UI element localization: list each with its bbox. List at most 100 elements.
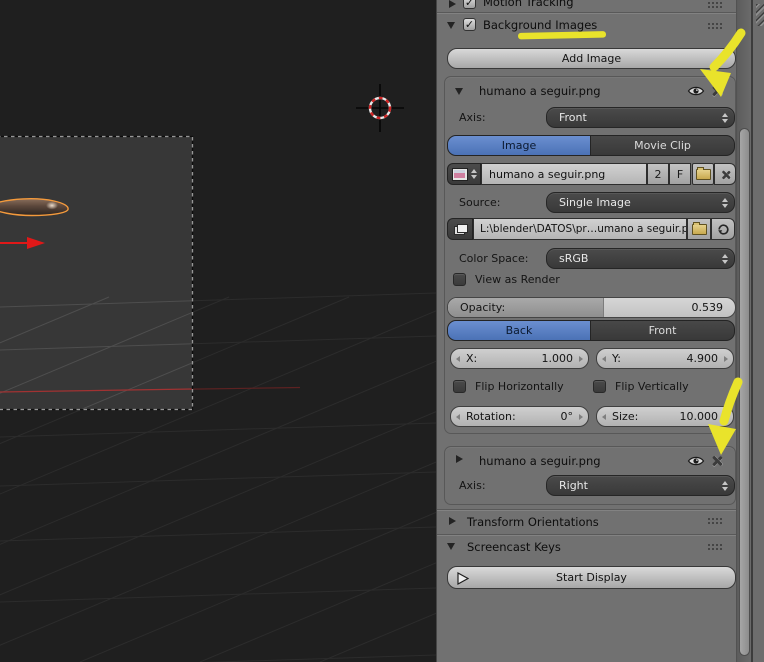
play-icon <box>457 572 469 585</box>
background-images-checkbox[interactable]: ✓ <box>463 18 476 31</box>
disclosure-triangle-icon[interactable] <box>455 88 463 95</box>
axis-select[interactable]: Front <box>546 107 735 128</box>
axis-label: Axis: <box>459 111 486 124</box>
eye-icon[interactable] <box>687 455 705 467</box>
source-select-value: Single Image <box>559 196 631 209</box>
image-stack-icon <box>453 224 468 235</box>
dropdown-arrows-icon <box>722 197 728 208</box>
flip-horizontally-checkbox[interactable] <box>453 380 466 393</box>
tab-movie-clip[interactable]: Movie Clip <box>590 135 735 156</box>
panel-header-motion-tracking[interactable]: Motion Tracking <box>483 0 574 10</box>
tab-movie-clip-label: Movie Clip <box>634 139 691 152</box>
stepper-left-icon[interactable] <box>456 355 460 362</box>
panel-scrollbar[interactable] <box>736 0 751 662</box>
open-folder-icon <box>691 221 707 235</box>
users-count-label: 2 <box>654 167 662 181</box>
stepper-left-icon[interactable] <box>602 413 606 420</box>
image-datablock-icon <box>451 167 468 181</box>
offset-y-field[interactable]: Y: 4.900 <box>596 348 734 369</box>
scrollbar-thumb[interactable] <box>739 128 750 656</box>
close-icon <box>719 168 730 179</box>
tab-image-label: Image <box>501 139 537 152</box>
disclosure-triangle-icon[interactable] <box>447 22 455 29</box>
panel-header-screencast-keys[interactable]: Screencast Keys <box>467 538 561 556</box>
background-image-bounds <box>0 136 193 410</box>
stepper-right-icon[interactable] <box>724 355 728 362</box>
dropdown-arrows-icon <box>722 480 728 491</box>
color-space-select[interactable]: sRGB <box>546 248 735 269</box>
tab-image[interactable]: Image <box>447 135 591 156</box>
size-value: 10.000 <box>679 410 719 423</box>
axis-label: Axis: <box>459 479 486 492</box>
dropdown-arrows-icon <box>722 112 728 123</box>
view-as-render-checkbox[interactable] <box>453 273 466 286</box>
stepper-right-icon[interactable] <box>579 355 583 362</box>
unlink-image-button[interactable] <box>714 163 736 185</box>
stepper-right-icon[interactable] <box>579 413 583 420</box>
blender-window: ✓ Motion Tracking ✓ Background Images Ad… <box>0 0 764 662</box>
disclosure-triangle-icon[interactable] <box>447 543 455 550</box>
start-display-label: Start Display <box>556 571 627 584</box>
source-select[interactable]: Single Image <box>546 192 735 213</box>
rotation-value: 0° <box>560 410 574 423</box>
opacity-slider[interactable]: Opacity: 0.539 <box>447 297 736 318</box>
selected-object[interactable] <box>0 198 69 217</box>
browse-filepath-button[interactable] <box>687 218 711 240</box>
size-label: Size: <box>612 410 639 423</box>
offset-x-label: X: <box>466 352 478 365</box>
region-corner-grip-icon[interactable] <box>756 4 764 26</box>
region-edge <box>751 0 764 662</box>
disclosure-triangle-icon[interactable] <box>456 455 463 463</box>
add-image-label: Add Image <box>561 52 622 65</box>
disclosure-triangle-icon[interactable] <box>449 0 456 8</box>
offset-y-label: Y: <box>612 352 621 365</box>
panel-grip-icon[interactable] <box>708 544 723 551</box>
viewport-canvas <box>0 0 436 662</box>
depth-front-button[interactable]: Front <box>590 320 735 341</box>
stepper-left-icon[interactable] <box>456 413 460 420</box>
opacity-value: 0.539 <box>691 301 724 314</box>
rotation-field[interactable]: Rotation: 0° <box>450 406 589 427</box>
offset-y-value: 4.900 <box>686 352 719 365</box>
image-name-field[interactable]: humano a seguir.png <box>481 163 647 185</box>
fake-user-label: F <box>676 167 684 181</box>
depth-back-button[interactable]: Back <box>447 320 591 341</box>
panel-grip-icon[interactable] <box>708 2 723 9</box>
filepath-value: L:\blender\DATOS\pr…umano a seguir.png <box>480 223 687 235</box>
size-field[interactable]: Size: 10.000 <box>596 406 734 427</box>
flip-vertically-checkbox[interactable] <box>593 380 606 393</box>
dropdown-arrows-icon <box>470 169 477 179</box>
color-space-select-value: sRGB <box>559 252 589 265</box>
image-browse-button[interactable] <box>447 163 481 185</box>
panel-header-background-images[interactable]: Background Images <box>483 16 597 34</box>
image1-title: humano a seguir.png <box>479 84 601 98</box>
stepper-left-icon[interactable] <box>602 355 606 362</box>
panel-grip-icon[interactable] <box>708 518 723 525</box>
close-icon[interactable] <box>710 454 723 467</box>
add-image-button[interactable]: Add Image <box>447 48 736 69</box>
image-source-button[interactable] <box>447 218 473 240</box>
axis-select-2[interactable]: Right <box>546 475 735 496</box>
image2-title: humano a seguir.png <box>479 454 601 468</box>
eye-icon[interactable] <box>687 85 705 97</box>
3d-viewport[interactable] <box>0 0 436 662</box>
reload-image-button[interactable] <box>711 218 735 240</box>
motion-tracking-checkbox[interactable]: ✓ <box>463 0 476 9</box>
open-folder-icon <box>695 166 711 180</box>
stepper-right-icon[interactable] <box>724 413 728 420</box>
opacity-label: Opacity: <box>460 301 506 314</box>
users-count-button[interactable]: 2 <box>647 163 669 185</box>
panel-header-transform-orientations[interactable]: Transform Orientations <box>467 513 599 531</box>
panel-grip-icon[interactable] <box>708 23 723 30</box>
image-name-value: humano a seguir.png <box>489 167 606 181</box>
disclosure-triangle-icon[interactable] <box>449 517 456 525</box>
filepath-field[interactable]: L:\blender\DATOS\pr…umano a seguir.png <box>473 218 687 240</box>
close-icon[interactable] <box>710 84 723 97</box>
view-as-render-label: View as Render <box>475 273 560 286</box>
offset-x-field[interactable]: X: 1.000 <box>450 348 589 369</box>
fake-user-button[interactable]: F <box>669 163 691 185</box>
depth-back-label: Back <box>505 324 533 337</box>
start-display-button[interactable]: Start Display <box>447 566 736 589</box>
open-image-button[interactable] <box>692 163 714 185</box>
offset-x-value: 1.000 <box>541 352 574 365</box>
